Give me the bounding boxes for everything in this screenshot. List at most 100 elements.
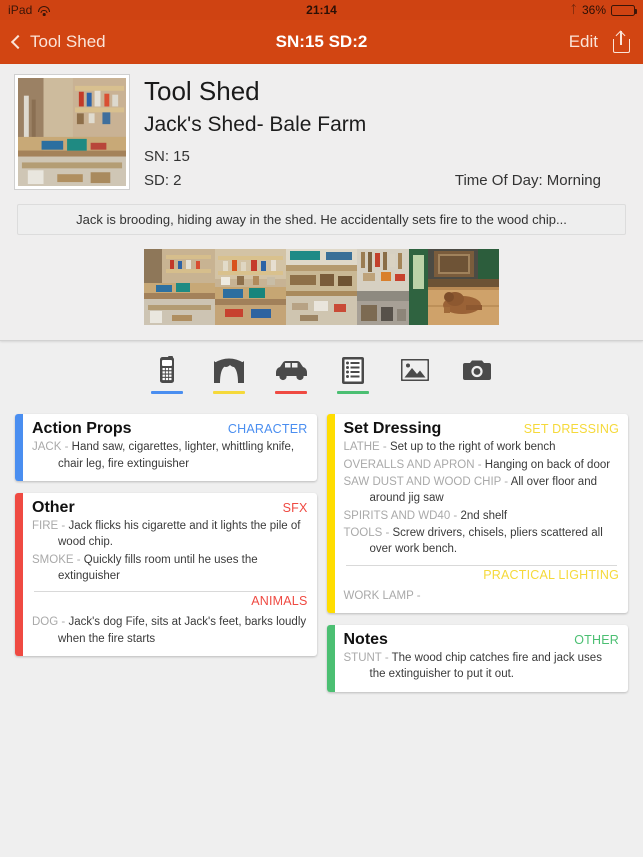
status-bar: iPad 21:14 ᛏ 36% <box>0 0 643 20</box>
time-of-day-label: Time Of Day: Morning <box>454 172 601 190</box>
tab-camera[interactable] <box>457 355 497 394</box>
card-title: Other <box>32 499 75 517</box>
entry-label: TOOLS <box>343 527 383 540</box>
camera-icon <box>462 355 491 385</box>
picture-icon <box>400 355 429 385</box>
entry-text: Jack's dog Fife, sits at Jack's feet, ba… <box>58 616 307 645</box>
card-title: Notes <box>343 631 388 649</box>
chevron-left-icon <box>10 34 26 50</box>
edit-button[interactable]: Edit <box>569 32 598 52</box>
scene-description[interactable]: Jack is brooding, hiding away in the she… <box>17 204 626 236</box>
card-header: Action Props CHARACTER <box>32 420 308 438</box>
entry-separator: - <box>58 616 69 629</box>
tab-vehicles[interactable] <box>271 355 311 395</box>
breakdown-entry: WORK LAMP - <box>344 588 620 604</box>
share-icon[interactable] <box>613 30 630 53</box>
script-day-label: SD: 2 <box>144 172 182 190</box>
status-bar-left: iPad <box>8 3 50 17</box>
entry-separator: - <box>450 509 461 522</box>
card-color-bar <box>15 493 23 657</box>
thumbnail-list[interactable] <box>144 249 499 326</box>
back-button[interactable]: Tool Shed <box>10 32 106 52</box>
entry-label: SMOKE <box>32 553 74 566</box>
card-title: Action Props <box>32 420 132 438</box>
device-label: iPad <box>8 3 33 17</box>
scene-title: Tool Shed <box>144 76 260 106</box>
card-body: Notes OTHER STUNT - The wood chip catches … <box>335 625 629 692</box>
scene-numbers: SN: 15 SD: 2 Time Of Day: Morning <box>144 145 629 194</box>
tab-underline-vehicles <box>274 391 307 395</box>
shed-shelves-photo[interactable] <box>215 249 286 326</box>
entry-text: Hand saw, cigarettes, lighter, whittling… <box>58 441 295 470</box>
breakdown-card[interactable]: Set Dressing SET DRESSING LATHE - Set up t… <box>326 414 628 614</box>
entry-separator: - <box>413 589 421 602</box>
back-button-label: Tool Shed <box>30 32 106 51</box>
tab-underline-cast <box>150 391 183 395</box>
breakdown-entry: LATHE - Set up to the right of work benc… <box>344 439 620 455</box>
card-section-tag: PRACTICAL LIGHTING <box>483 567 619 582</box>
tab-gallery[interactable] <box>395 355 435 394</box>
card-category-tag: CHARACTER <box>227 422 308 437</box>
entry-label: SPIRITS AND WD40 <box>343 509 451 522</box>
breakdown-entry: OVERALLS AND APRON - Hanging on back of … <box>344 457 620 473</box>
entry-list: WORK LAMP - <box>344 588 620 604</box>
breakdown-entry: SAW DUST AND WOOD CHIP - All over floor … <box>344 474 620 507</box>
tab-cast[interactable] <box>147 355 187 395</box>
entry-text: The wood chip catches fire and jack uses… <box>369 652 602 681</box>
card-body: Other SFX FIRE - Jack flicks his cigarette… <box>23 493 317 656</box>
entry-label: DOG <box>32 616 59 629</box>
tab-underline-set <box>212 391 245 395</box>
battery-icon <box>611 4 638 16</box>
script-day-row: SD: 2 Time Of Day: Morning <box>144 169 629 193</box>
entry-text: Hanging on back of door <box>484 458 611 471</box>
navigation-bar: Tool Shed SN:15 SD:2 Edit <box>0 20 643 64</box>
shed-tools-bench-photo[interactable] <box>286 249 357 326</box>
status-bar-right: ᛏ 36% <box>570 3 638 17</box>
entry-text: Screw drivers, chisels, pliers scattered… <box>369 527 603 556</box>
entry-label: FIRE <box>32 520 59 533</box>
card-section-divider <box>345 564 617 566</box>
entry-separator: - <box>382 527 393 540</box>
entry-label: JACK <box>32 441 62 454</box>
entry-list: JACK - Hand saw, cigarettes, lighter, wh… <box>32 439 308 472</box>
scene-hero-thumbnail[interactable] <box>14 74 130 190</box>
status-bar-clock: 21:14 <box>306 3 337 17</box>
tab-underline-camera <box>461 391 493 394</box>
left-card-column: Action Props CHARACTER JACK - Hand saw, ci… <box>15 414 317 657</box>
entry-label: WORK LAMP <box>343 589 414 602</box>
card-color-bar <box>15 414 23 482</box>
card-category-tag: SFX <box>282 501 308 516</box>
breakdown-entry: JACK - Hand saw, cigarettes, lighter, wh… <box>32 439 308 472</box>
car-icon <box>274 355 308 385</box>
breakdown-card[interactable]: Action Props CHARACTER JACK - Hand saw, ci… <box>15 414 317 482</box>
entry-list: STUNT - The wood chip catches fire and j… <box>344 650 620 683</box>
stage-curtain-icon <box>213 355 244 385</box>
entry-separator: - <box>379 441 390 454</box>
shed-workbench-photo[interactable] <box>144 249 215 326</box>
breakdown-entry: STUNT - The wood chip catches fire and j… <box>344 650 620 683</box>
card-section-divider <box>34 591 306 593</box>
tab-underline-gallery <box>399 391 431 394</box>
breakdown-card[interactable]: Notes OTHER STUNT - The wood chip catches … <box>326 625 629 692</box>
scene-thumbnail-strip <box>14 235 629 340</box>
entry-separator: - <box>501 476 511 489</box>
card-header: Notes OTHER <box>344 631 620 649</box>
entry-label: LATHE <box>343 441 380 454</box>
entry-label: SAW DUST AND WOOD CHIP <box>343 476 502 489</box>
app-root: iPad 21:14 ᛏ 36% Tool Shed SN:15 SD:2 Ed… <box>0 0 643 857</box>
tab-set[interactable] <box>209 355 249 395</box>
card-color-bar <box>326 625 335 692</box>
entry-label: OVERALLS AND APRON <box>343 458 475 471</box>
shed-hanging-tools-photo[interactable] <box>357 249 428 326</box>
entry-separator: - <box>381 652 392 665</box>
card-header: Set Dressing SET DRESSING <box>344 420 620 438</box>
battery-percent-label: 36% <box>581 3 606 17</box>
entry-list: FIRE - Jack flicks his cigarette and it … <box>32 518 308 584</box>
clipboard-list-icon <box>341 355 365 385</box>
right-card-column: Set Dressing SET DRESSING LATHE - Set up t… <box>326 414 629 692</box>
breakdown-card[interactable]: Other SFX FIRE - Jack flicks his cigarette… <box>15 493 317 657</box>
dog-on-floor-photo[interactable] <box>428 249 499 326</box>
card-header: Other SFX <box>32 499 308 517</box>
tab-breakdown[interactable] <box>333 355 373 395</box>
